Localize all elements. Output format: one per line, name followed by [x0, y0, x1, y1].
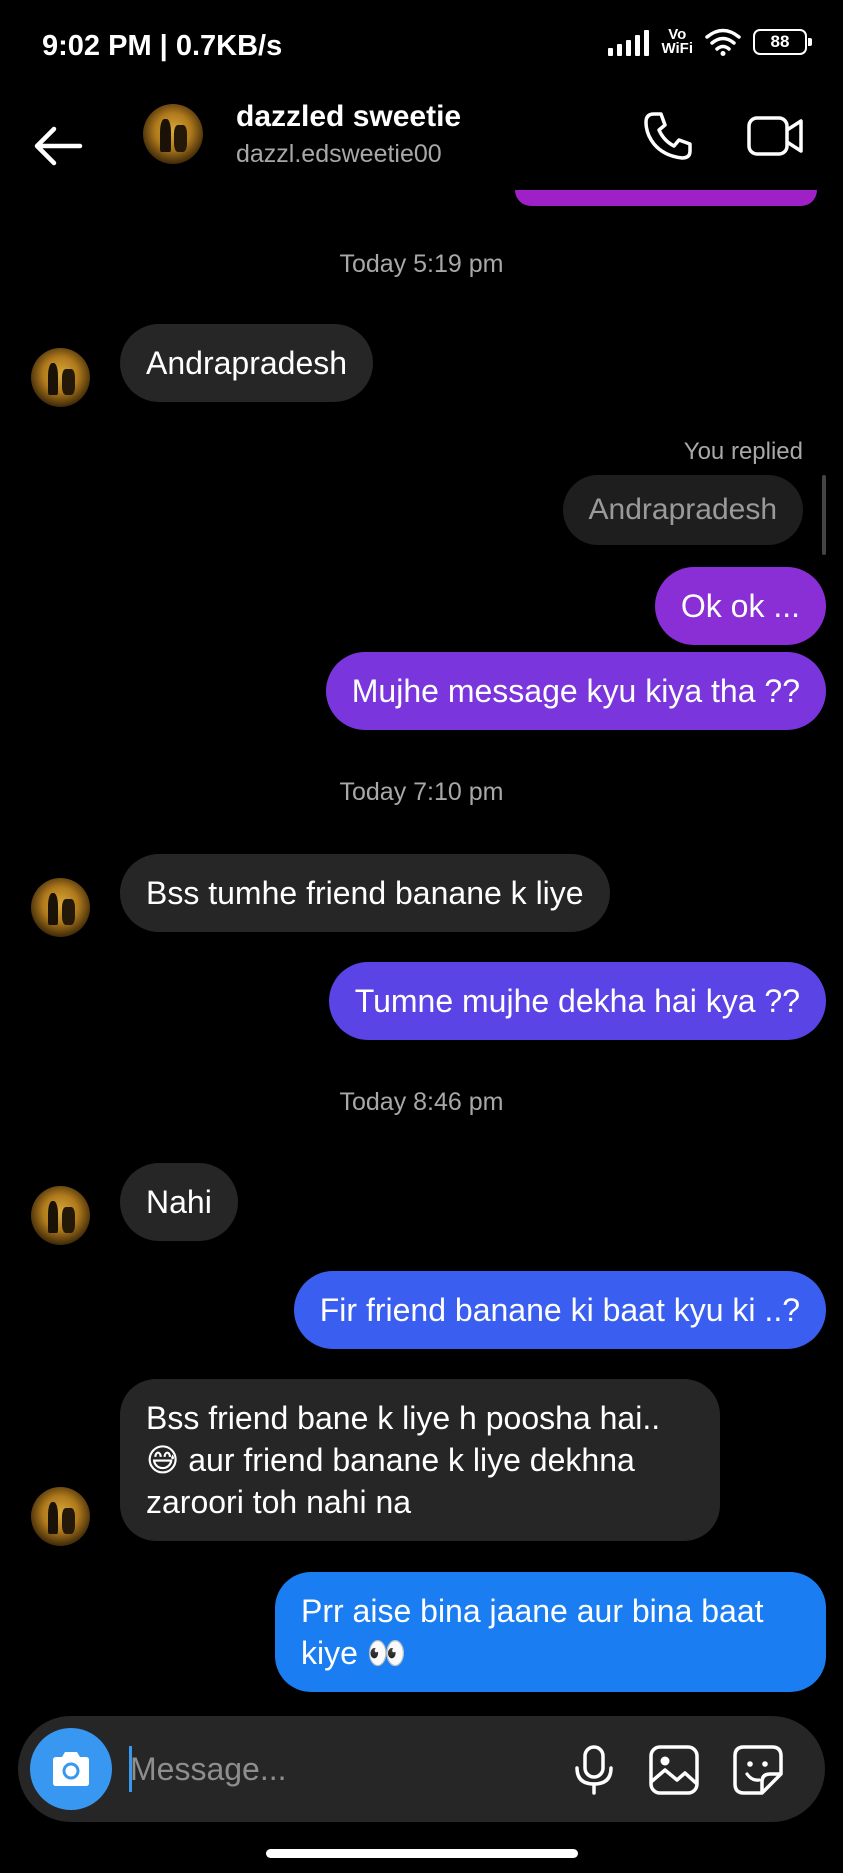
avatar[interactable] [143, 104, 203, 164]
outgoing-message[interactable]: Mujhe message kyu kiya tha ?? [325, 652, 826, 730]
incoming-message[interactable]: Andrapradesh [120, 324, 374, 402]
home-indicator[interactable] [266, 1849, 578, 1858]
previous-message-bubble[interactable] [515, 190, 817, 206]
status-time-speed: 9:02 PM | 0.7KB/s [42, 30, 283, 62]
incoming-message[interactable]: Bss friend bane k liye h poosha hai.. 😅 … [120, 1379, 720, 1541]
avatar[interactable] [31, 1487, 90, 1546]
camera-button[interactable] [30, 1728, 112, 1810]
contact-handle[interactable]: dazzl.edsweetie00 [236, 140, 442, 169]
reply-label: You replied [683, 438, 803, 465]
message-input[interactable] [130, 1744, 460, 1794]
timestamp: Today 7:10 pm [339, 778, 504, 806]
incoming-message[interactable]: Bss tumhe friend banane k liye [120, 854, 610, 932]
message-line: Prr aise bina jaane aur bina baat [301, 1593, 764, 1629]
incoming-message[interactable]: Nahi [120, 1163, 238, 1241]
outgoing-message[interactable]: Fir friend banane ki baat kyu ki ..? [293, 1271, 826, 1349]
reply-quote[interactable]: Andrapradesh [562, 475, 803, 545]
outgoing-message[interactable]: Ok ok ... [654, 567, 826, 645]
battery-indicator: 88 [753, 29, 812, 55]
reply-indicator-bar [822, 475, 826, 555]
vowifi-badge: Vo WiFi [661, 26, 693, 57]
message-line: Bss friend bane k liye h poosha hai.. [146, 1400, 661, 1436]
outgoing-message[interactable]: Prr aise bina jaane aur bina baat kiye 👀 [275, 1572, 826, 1692]
contact-name[interactable]: dazzled sweetie [236, 100, 461, 134]
message-line: kiye 👀 [301, 1635, 407, 1671]
sticker-icon[interactable] [730, 1742, 786, 1798]
back-arrow-icon[interactable] [30, 116, 90, 176]
avatar[interactable] [31, 878, 90, 937]
outgoing-message[interactable]: Tumne mujhe dekha hai kya ?? [328, 962, 826, 1040]
avatar[interactable] [31, 348, 90, 407]
message-line: zaroori toh nahi na [146, 1484, 412, 1520]
timestamp: Today 5:19 pm [339, 250, 504, 278]
timestamp: Today 8:46 pm [339, 1088, 504, 1116]
message-list[interactable]: Today 5:19 pm Andrapradesh You replied A… [0, 190, 843, 1710]
gallery-icon[interactable] [646, 1742, 702, 1798]
status-icons: Vo WiFi 88 [608, 26, 812, 57]
microphone-icon[interactable] [566, 1742, 622, 1798]
signal-icon [608, 28, 650, 56]
message-line: 😅 aur friend banane k liye dekhna [146, 1442, 635, 1478]
video-camera-icon[interactable] [745, 108, 805, 164]
avatar[interactable] [31, 1186, 90, 1245]
wifi-icon [705, 28, 741, 56]
camera-icon [53, 1752, 89, 1786]
status-bar: 9:02 PM | 0.7KB/s Vo WiFi 88 [0, 0, 843, 96]
message-composer [18, 1716, 825, 1822]
phone-icon[interactable] [640, 108, 696, 164]
